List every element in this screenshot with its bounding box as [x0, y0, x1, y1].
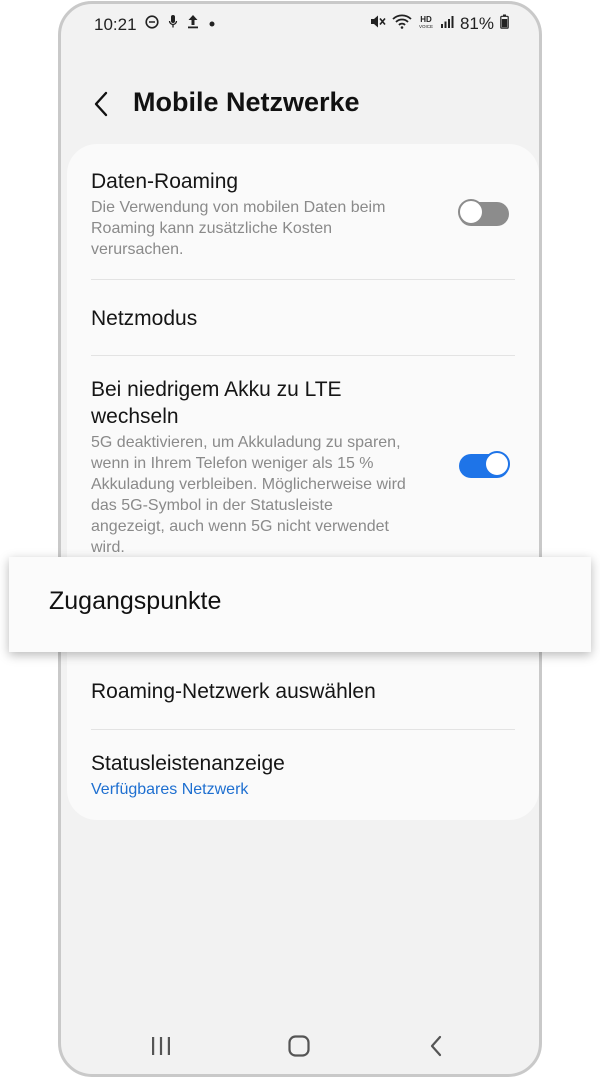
mic-icon — [168, 14, 178, 34]
recent-apps-button[interactable] — [141, 1028, 181, 1064]
phone-frame: 10:21 HD VOICE 81% Mobile Netzwerke Date… — [58, 1, 542, 1077]
setting-roaming-network[interactable]: Roaming-Netzwerk auswählen — [91, 678, 515, 705]
lte-low-battery-title: Bei niedrigem Akku zu LTE wechseln — [91, 378, 342, 428]
battery-icon — [500, 14, 509, 34]
status-bar-display-title: Statusleistenanzeige — [91, 752, 285, 775]
status-left-icons — [145, 14, 216, 34]
setting-network-mode[interactable]: Netzmodus — [91, 305, 515, 332]
home-icon — [288, 1035, 310, 1057]
hd-voice-icon: HD VOICE — [418, 14, 434, 34]
back-button[interactable] — [83, 86, 119, 122]
access-point-label: Zugangspunkte — [49, 587, 222, 615]
divider — [91, 355, 515, 356]
data-roaming-title: Daten-Roaming — [91, 170, 239, 193]
wifi-icon — [392, 14, 412, 34]
dot-icon — [208, 15, 216, 33]
status-bar-display-value: Verfügbares Netzwerk — [91, 781, 249, 798]
setting-status-bar-display[interactable]: Statusleistenanzeige Verfügbares Netzwer… — [91, 750, 515, 799]
chevron-left-icon — [94, 91, 108, 117]
page-title: Mobile Netzwerke — [133, 87, 360, 117]
signal-icon — [440, 14, 454, 34]
recent-apps-icon — [152, 1037, 170, 1055]
do-not-disturb-icon — [145, 14, 159, 34]
app-bar: Mobile Netzwerke — [61, 64, 539, 144]
data-roaming-toggle[interactable] — [458, 198, 509, 226]
setting-lte-low-battery[interactable]: Bei niedrigem Akku zu LTE wechseln 5G de… — [91, 376, 411, 558]
settings-card: Daten-Roaming Die Verwendung von mobilen… — [67, 144, 539, 820]
divider — [91, 279, 515, 280]
status-right-icons: HD VOICE 81% — [370, 14, 509, 34]
lte-low-battery-toggle[interactable] — [459, 450, 510, 478]
nav-back-button[interactable] — [416, 1028, 456, 1064]
roaming-network-title: Roaming-Netzwerk auswählen — [91, 680, 376, 703]
access-point-highlight[interactable]: Zugangspunkte — [9, 557, 591, 652]
back-arrow-icon — [430, 1035, 442, 1057]
home-button[interactable] — [279, 1028, 319, 1064]
setting-data-roaming[interactable]: Daten-Roaming Die Verwendung von mobilen… — [91, 168, 421, 260]
svg-text:HD: HD — [420, 15, 432, 24]
upload-icon — [187, 14, 199, 34]
toggle-knob — [484, 451, 510, 477]
svg-text:VOICE: VOICE — [419, 24, 433, 29]
data-roaming-description: Die Verwendung von mobilen Daten beim Ro… — [91, 199, 386, 258]
status-time: 10:21 — [94, 15, 137, 34]
navigation-bar — [61, 1014, 539, 1074]
mute-icon — [370, 14, 386, 34]
lte-low-battery-description: 5G deaktivieren, um Akkuladung zu sparen… — [91, 434, 406, 556]
network-mode-title: Netzmodus — [91, 307, 198, 330]
divider — [91, 729, 515, 730]
battery-percentage: 81% — [459, 14, 494, 33]
toggle-knob — [458, 199, 484, 225]
status-bar: 10:21 HD VOICE 81% — [61, 4, 539, 44]
